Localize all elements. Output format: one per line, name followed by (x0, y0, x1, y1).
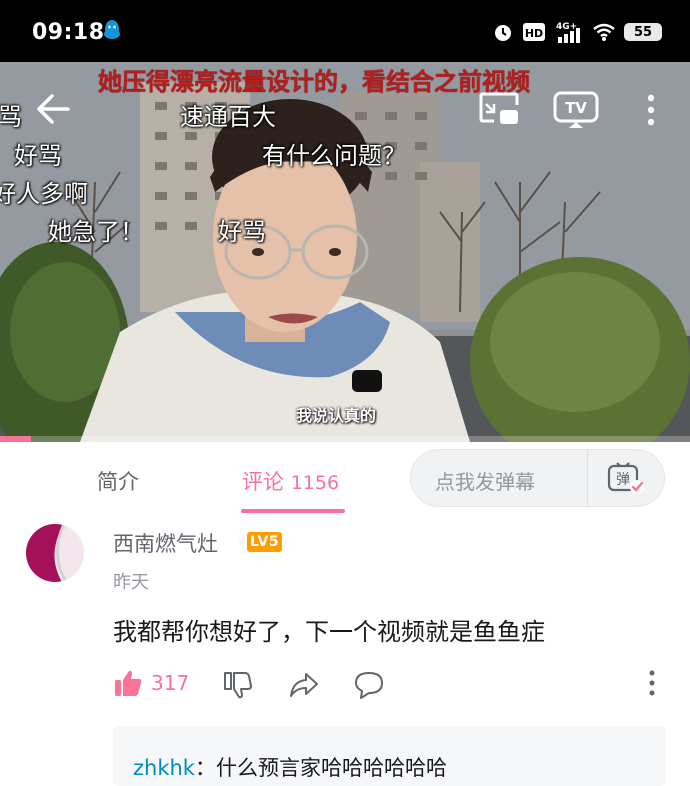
tv-icon: TV (553, 91, 599, 128)
status-bar: 09:18 HD 4G+ 55 (0, 0, 690, 62)
status-time: 09:18 (32, 20, 105, 45)
hd-label: HD (525, 27, 543, 40)
video-player[interactable]: 她压得漂亮流量设计的，看结合之前视频 骂 速通百大 好骂 有什么问题？ 好人多啊… (0, 62, 690, 442)
level-badge: LV5 (247, 532, 283, 552)
username[interactable]: 西南燃气灶 (113, 528, 218, 558)
danmaku-item: 好人多啊 (0, 180, 88, 208)
avatar[interactable] (26, 524, 84, 582)
tab-comments[interactable]: 评论 1156 (242, 466, 339, 496)
active-tab-indicator (241, 509, 345, 513)
back-arrow-icon[interactable] (34, 92, 74, 126)
danmaku-item: 有什么问题？ (262, 142, 406, 170)
video-top-caption: 她压得漂亮流量设计的，看结合之前视频 (98, 68, 530, 96)
like-count: 317 (151, 671, 190, 695)
more-vertical-icon[interactable] (645, 668, 659, 698)
tab-comments-label: 评论 (242, 470, 284, 494)
comment-time: 昨天 (113, 572, 149, 593)
reply-preview-text: zhkhk：什么预言家哈哈哈哈哈哈 (133, 752, 447, 782)
danmaku-item: 速通百大 (180, 103, 276, 131)
danmu-toggle-button[interactable]: 弹 (587, 450, 664, 506)
reply-username[interactable]: zhkhk (133, 756, 195, 780)
danmu-toggle-label: 弹 (616, 472, 630, 488)
tv-label: TV (565, 99, 587, 117)
cast-screen-icon[interactable] (478, 90, 520, 128)
status-icons: HD 4G+ 55 (492, 18, 662, 46)
4g-signal-icon: 4G+ (556, 22, 580, 43)
danmu-input[interactable]: 点我发弹幕 弹 (410, 449, 665, 507)
battery-level: 55 (633, 24, 653, 40)
avatar-image (26, 524, 84, 582)
danmaku-item: 好骂 (14, 142, 62, 170)
battery-icon: 55 (624, 23, 662, 41)
danmu-toggle-icon: 弹 (607, 462, 644, 494)
danmaku-item: 骂 (0, 103, 22, 131)
danmu-placeholder: 点我发弹幕 (435, 470, 535, 494)
danmaku-item: 她急了！ (48, 218, 144, 246)
thumbs-down-icon[interactable] (223, 670, 253, 700)
thumbs-up-icon (115, 670, 142, 696)
qq-penguin-icon (104, 20, 120, 39)
danmaku-item: 好骂 (218, 218, 266, 246)
wifi-icon (593, 23, 615, 41)
comment-count: 1156 (290, 472, 340, 494)
tab-intro[interactable]: 简介 (97, 466, 139, 496)
comment-actions: 317 (113, 668, 673, 702)
like-button[interactable]: 317 (113, 668, 189, 698)
more-vertical-icon[interactable] (640, 92, 662, 128)
hd-icon: HD (523, 23, 545, 41)
network-label: 4G+ (556, 22, 577, 32)
alarm-icon (495, 25, 511, 41)
tabs-bar: 简介 评论 1156 点我发弹幕 弹 (0, 442, 690, 517)
reply-content: ：什么预言家哈哈哈哈哈哈 (194, 756, 447, 780)
share-icon[interactable] (288, 670, 320, 700)
reply-icon[interactable] (353, 670, 385, 700)
comment-item: 西南燃气灶 LV5 昨天 我都帮你想好了，下一个视频就是鱼鱼症 317 zhkh… (0, 516, 690, 786)
comment-text[interactable]: 我都帮你想好了，下一个视频就是鱼鱼症 (113, 612, 545, 647)
video-subtitle: 我说认真的 (296, 406, 377, 425)
reply-preview[interactable]: zhkhk：什么预言家哈哈哈哈哈哈 (113, 726, 666, 786)
tv-cast-button[interactable]: TV (553, 90, 599, 134)
